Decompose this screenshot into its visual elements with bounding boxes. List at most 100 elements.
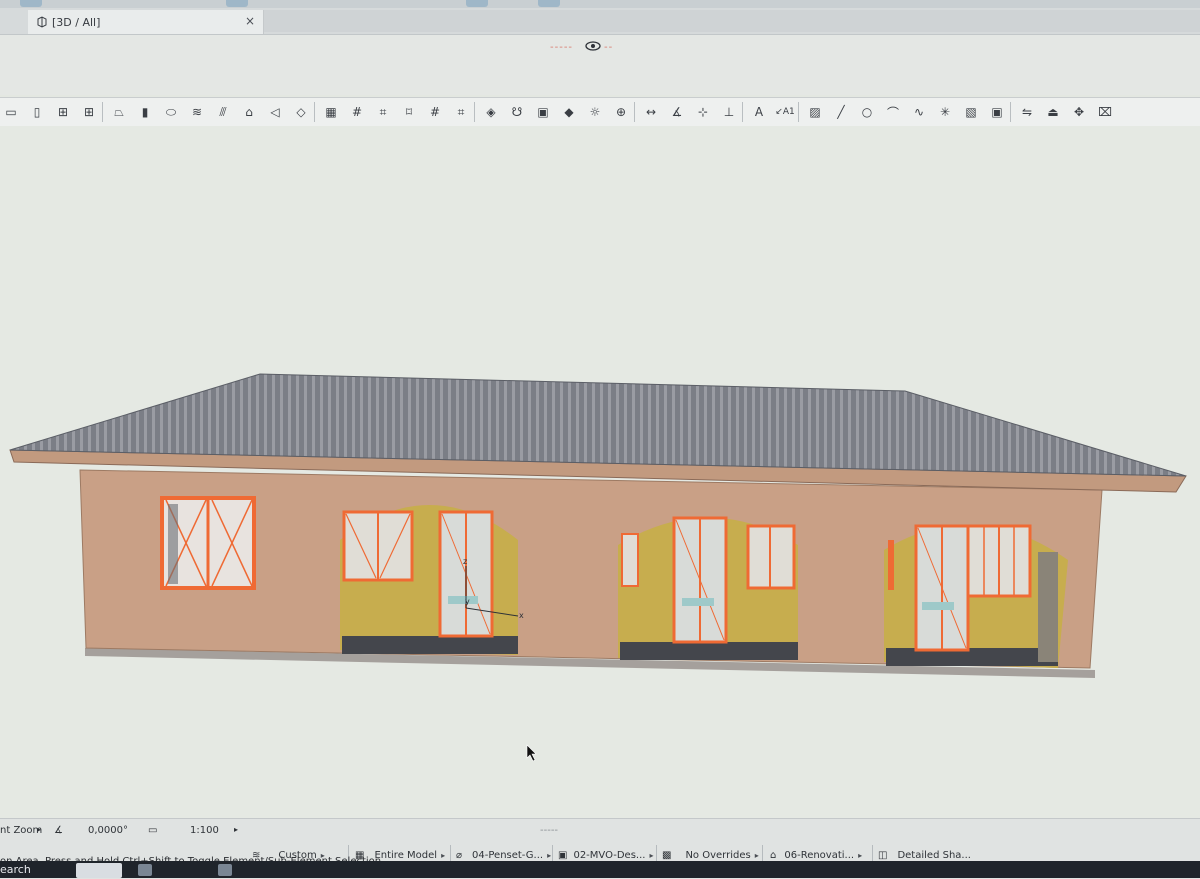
os-taskbar: earch <box>0 861 1200 878</box>
text-icon[interactable]: A <box>750 103 768 121</box>
top-strip <box>0 0 1200 8</box>
taskbar-app-icon[interactable] <box>138 864 152 876</box>
toolbar-separator <box>102 102 103 122</box>
taskbar-app-icon[interactable] <box>218 864 232 876</box>
arch-opening-3 <box>884 524 1068 668</box>
tab-title: [3D / All] <box>52 15 101 29</box>
column-icon[interactable]: ▮ <box>136 103 154 121</box>
renovation-label: 06-Renovati... <box>784 849 855 861</box>
railing-icon[interactable]: ⫻ <box>214 103 232 121</box>
scale-icon: ▭ <box>148 825 158 836</box>
grid-element-icon[interactable]: ⌗ <box>374 103 392 121</box>
eye-icon[interactable] <box>585 36 601 55</box>
model-view-label: 02-MVO-Des... <box>573 849 646 861</box>
line-icon[interactable]: ╱ <box>832 103 850 121</box>
tab-bar: [3D / All] × <box>0 8 1200 35</box>
equipment-icon[interactable]: ▣ <box>534 103 552 121</box>
fill-icon[interactable]: ▨ <box>806 103 824 121</box>
pen-icon: ⌀ <box>456 849 463 861</box>
window-icon[interactable]: ⊞ <box>54 103 72 121</box>
toolbar-separator <box>1010 102 1011 122</box>
status-row-navigation: nt Zoom ▸ ∡ 0,0000° ▭ 1:100 ▸ ----- <box>0 825 1200 839</box>
zone-icon[interactable]: ⌑ <box>400 103 418 121</box>
renovation-icon: ⌂ <box>770 849 777 861</box>
beam-icon[interactable]: ⏢ <box>110 103 128 121</box>
angle-dimension-icon[interactable]: ∡ <box>668 103 686 121</box>
top-strip-button[interactable] <box>538 0 560 7</box>
chevron-right-icon: ▸ <box>547 850 552 860</box>
angle-icon: ∡ <box>54 825 63 836</box>
arc-icon[interactable]: ⌒ <box>884 103 902 121</box>
lamp-icon[interactable]: ☋ <box>508 103 526 121</box>
separator-dash: -- <box>604 42 614 53</box>
zoom-label[interactable]: nt Zoom <box>0 825 42 836</box>
tab-3d-all[interactable]: [3D / All] × <box>28 10 264 34</box>
axis-z-label: z <box>463 557 467 566</box>
skylight-icon[interactable]: ◇ <box>292 103 310 121</box>
3d-viewport[interactable]: z y x <box>0 126 1200 818</box>
axis-y-label: y <box>465 597 470 606</box>
cube-icon: ◫ <box>878 849 888 861</box>
arch-opening-2 <box>618 516 798 660</box>
wall-icon[interactable]: ▭ <box>2 103 20 121</box>
toolbox: ▭ ▯ ⊞ ⊞ ⏢ ▮ ⬭ ≋ ⫻ ⌂ ◁ ◇ ▦ # ⌗ ⌑ # ⌗ ◈ ☋ ▣ ◆ ☼ ⊕ ↔ ∡ ⊹ ⊥ A ↙A1 ▨ ╱ ○ ⌒ ∿ ✳ ▧ ▣… <box>0 97 1200 127</box>
morph-icon[interactable]: ◆ <box>560 103 578 121</box>
radial-dimension-icon[interactable]: ⊕ <box>612 103 630 121</box>
spline-icon[interactable]: ∿ <box>910 103 928 121</box>
left-window <box>160 496 256 590</box>
cursor-icon <box>526 744 537 762</box>
hatch-grid-icon[interactable]: ⌗ <box>452 103 470 121</box>
slab-icon[interactable]: ⬭ <box>162 103 180 121</box>
model-view-icon: ▣ <box>558 849 568 861</box>
elevation-dimension-icon[interactable]: ⊥ <box>720 103 738 121</box>
arch-opening-1 <box>340 505 518 655</box>
chevron-right-icon: ▸ <box>234 825 239 834</box>
roof-icon[interactable]: ⌂ <box>240 103 258 121</box>
hotspot-icon[interactable]: ✳ <box>936 103 954 121</box>
separator-dash: ----- <box>540 825 559 836</box>
circle-icon[interactable]: ○ <box>858 103 876 121</box>
linear-dimension-icon[interactable]: ↔ <box>642 103 660 121</box>
door-icon[interactable]: ▯ <box>28 103 46 121</box>
chevron-right-icon: ▸ <box>858 850 863 860</box>
shell-icon[interactable]: ◁ <box>266 103 284 121</box>
grid-icon[interactable]: # <box>348 103 366 121</box>
camera-icon[interactable]: ▣ <box>988 103 1006 121</box>
top-strip-button[interactable] <box>466 0 488 7</box>
structure-display-label: Detailed Sha... <box>897 849 971 861</box>
stair-icon[interactable]: ≋ <box>188 103 206 121</box>
mesh-icon[interactable]: ▦ <box>322 103 340 121</box>
toolbar-separator <box>634 102 635 122</box>
change-marker-icon[interactable]: ✥ <box>1070 103 1088 121</box>
orientation-angle[interactable]: 0,0000° <box>88 825 128 836</box>
overrides-label: No Overrides <box>685 849 751 861</box>
top-strip-button[interactable] <box>20 0 42 7</box>
building-model: z y x <box>9 373 1187 762</box>
column-grid-icon[interactable]: # <box>426 103 444 121</box>
override-icon: ▩ <box>662 849 672 861</box>
object-icon[interactable]: ◈ <box>482 103 500 121</box>
axis-x-label: x <box>519 611 524 620</box>
3d-view-icon <box>36 16 48 28</box>
section-icon[interactable]: ⇋ <box>1018 103 1036 121</box>
chevron-right-icon: ▸ <box>754 850 759 860</box>
elevation-marker-icon[interactable]: ⏏ <box>1044 103 1062 121</box>
level-dimension-icon[interactable]: ⊹ <box>694 103 712 121</box>
toolbar-separator <box>314 102 315 122</box>
close-icon[interactable]: × <box>245 14 255 28</box>
figure-icon[interactable]: ▧ <box>962 103 980 121</box>
top-strip-button[interactable] <box>226 0 248 7</box>
pen-set-label: 04-Penset-G... <box>472 849 544 861</box>
toolbar-separator <box>742 102 743 122</box>
chevron-right-icon: ▸ <box>649 850 654 860</box>
taskbar-search[interactable]: earch <box>0 863 31 876</box>
label-icon[interactable]: ↙A1 <box>775 103 794 121</box>
taskbar-thumbnail[interactable] <box>76 863 122 878</box>
scale-value[interactable]: 1:100 <box>190 825 219 836</box>
chevron-right-icon: ▸ <box>441 850 446 860</box>
tab-bar-empty <box>264 10 1200 32</box>
curtain-wall-icon[interactable]: ⊞ <box>80 103 98 121</box>
toolbar-separator <box>798 102 799 122</box>
light-icon[interactable]: ☼ <box>586 103 604 121</box>
detail-icon[interactable]: ⌧ <box>1096 103 1114 121</box>
